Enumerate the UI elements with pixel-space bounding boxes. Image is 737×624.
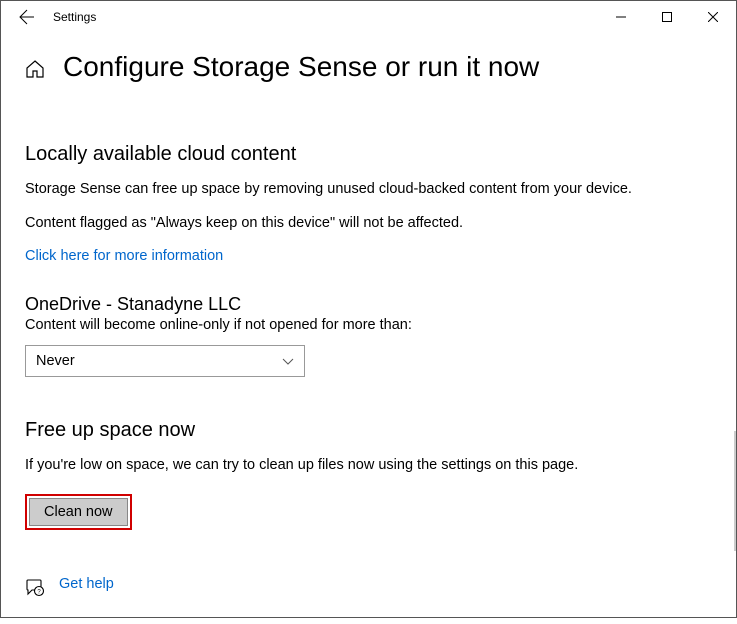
scrollbar[interactable] xyxy=(734,431,736,551)
free-space-heading: Free up space now xyxy=(25,419,712,442)
titlebar: Settings xyxy=(1,1,736,33)
minimize-icon xyxy=(616,12,626,22)
close-button[interactable] xyxy=(690,1,736,33)
highlight-annotation: Clean now xyxy=(25,494,132,530)
get-help-link[interactable]: Get help xyxy=(59,576,114,592)
back-button[interactable] xyxy=(7,1,47,33)
page-title: Configure Storage Sense or run it now xyxy=(63,51,539,83)
chat-help-icon: ? xyxy=(25,578,45,598)
window-controls xyxy=(598,1,736,33)
cloud-desc-1: Storage Sense can free up space by remov… xyxy=(25,180,712,200)
maximize-button[interactable] xyxy=(644,1,690,33)
onedrive-frequency-dropdown[interactable]: Never xyxy=(25,345,305,377)
dropdown-selected-value: Never xyxy=(36,353,75,369)
page-header: Configure Storage Sense or run it now xyxy=(1,33,736,89)
window-title: Settings xyxy=(53,10,96,24)
clean-now-button[interactable]: Clean now xyxy=(29,498,128,526)
cloud-desc-2: Content flagged as "Always keep on this … xyxy=(25,214,712,234)
content-area: Locally available cloud content Storage … xyxy=(1,89,736,624)
cloud-section-heading: Locally available cloud content xyxy=(25,143,712,166)
free-space-desc: If you're low on space, we can try to cl… xyxy=(25,456,712,476)
help-icon: ? xyxy=(25,578,45,598)
maximize-icon xyxy=(662,12,672,22)
back-arrow-icon xyxy=(19,9,35,25)
help-row: ? Get help xyxy=(25,576,712,600)
onedrive-heading: OneDrive - Stanadyne LLC xyxy=(25,294,712,315)
home-icon xyxy=(25,59,45,79)
minimize-button[interactable] xyxy=(598,1,644,33)
home-button[interactable] xyxy=(25,59,45,79)
more-info-link[interactable]: Click here for more information xyxy=(25,248,223,264)
chevron-down-icon xyxy=(282,355,294,367)
close-icon xyxy=(708,12,718,22)
onedrive-desc: Content will become online-only if not o… xyxy=(25,317,712,333)
